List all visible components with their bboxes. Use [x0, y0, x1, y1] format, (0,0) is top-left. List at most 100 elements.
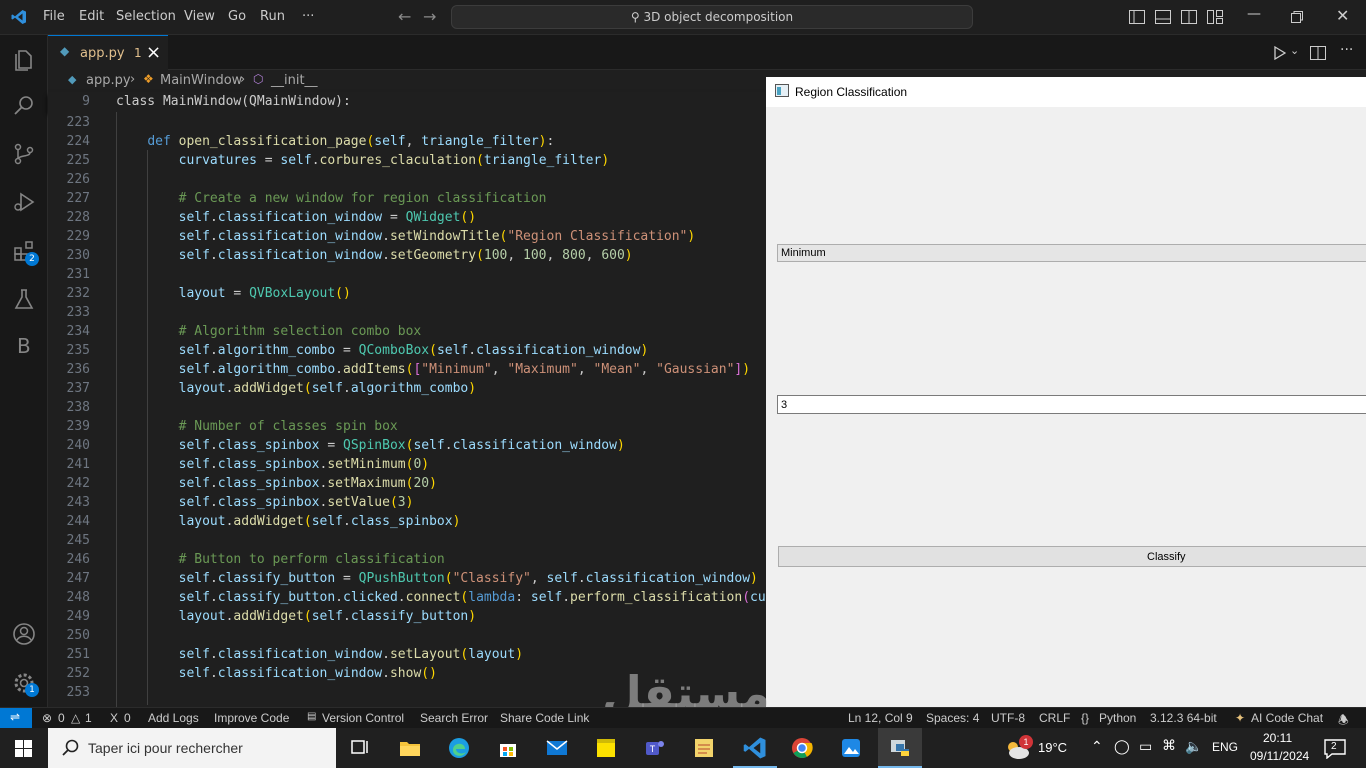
breadcrumb-class[interactable]: MainWindow: [160, 73, 242, 88]
breadcrumb-method[interactable]: __init__: [271, 73, 318, 88]
code-line[interactable]: self.classification_window.setLayout(lay…: [116, 647, 523, 662]
add-logs-button[interactable]: Add Logs: [148, 711, 199, 725]
code-line[interactable]: self.classification_window.setGeometry(1…: [116, 248, 633, 263]
ai-code-chat-button[interactable]: AI Code Chat: [1251, 711, 1323, 725]
classify-button[interactable]: Classify: [778, 546, 1366, 567]
split-editor-icon[interactable]: [1310, 46, 1326, 60]
menu-go[interactable]: Go: [228, 9, 246, 24]
run-dropdown-icon[interactable]: ⌄: [1290, 44, 1299, 57]
photos-app-icon[interactable]: [839, 736, 863, 760]
cursor-position[interactable]: Ln 12, Col 9: [848, 711, 913, 725]
share-code-link-button[interactable]: Share Code Link: [500, 711, 589, 725]
menu-run[interactable]: Run: [260, 9, 285, 24]
sticky-notes-icon[interactable]: [594, 736, 618, 760]
code-line[interactable]: layout.addWidget(self.classify_button): [116, 609, 476, 624]
meet-now-icon[interactable]: ◯: [1114, 738, 1130, 755]
language-mode[interactable]: Python: [1099, 711, 1136, 725]
code-line[interactable]: curvatures = self.corbures_claculation(t…: [116, 153, 610, 168]
menu-more[interactable]: ···: [302, 9, 314, 24]
b-extension-icon[interactable]: B: [17, 334, 31, 358]
clock-time[interactable]: 20:11: [1263, 731, 1292, 745]
menu-file[interactable]: File: [43, 9, 65, 24]
code-line[interactable]: # Button to perform classification: [116, 552, 445, 567]
run-debug-icon[interactable]: [12, 190, 36, 214]
wifi-icon[interactable]: ⌘: [1162, 737, 1176, 754]
chevron-up-icon[interactable]: ⌃: [1091, 738, 1103, 755]
explorer-icon[interactable]: [12, 48, 36, 72]
taskbar-search-box[interactable]: Taper ici pour rechercher: [48, 728, 336, 768]
line-endings[interactable]: CRLF: [1039, 711, 1070, 725]
code-line[interactable]: # Number of classes spin box: [116, 419, 398, 434]
code-line[interactable]: self.class_spinbox.setMaximum(20): [116, 476, 437, 491]
code-line[interactable]: # Create a new window for region classif…: [116, 191, 547, 206]
edge-browser-icon[interactable]: [447, 736, 471, 760]
file-explorer-icon[interactable]: [398, 736, 422, 760]
windows-start-icon[interactable]: [15, 740, 32, 757]
vscode-taskbar-button[interactable]: [733, 728, 777, 768]
clock-date[interactable]: 09/11/2024: [1250, 749, 1309, 763]
python-taskbar-button[interactable]: [878, 728, 922, 768]
code-line[interactable]: # Algorithm selection combo box: [116, 324, 422, 339]
code-line[interactable]: def open_classification_page(self, trian…: [116, 134, 554, 149]
algorithm-combo-box[interactable]: Minimum: [777, 244, 1366, 262]
code-line[interactable]: self.classify_button = QPushButton("Clas…: [116, 571, 758, 586]
toggle-primary-sidebar-icon[interactable]: [1129, 10, 1145, 24]
search-icon[interactable]: [12, 93, 36, 117]
chrome-icon[interactable]: [790, 736, 814, 760]
code-line[interactable]: layout.addWidget(self.algorithm_combo): [116, 381, 476, 396]
close-window-icon[interactable]: ✕: [1336, 6, 1349, 25]
search-error-button[interactable]: Search Error: [420, 711, 488, 725]
menu-view[interactable]: View: [184, 9, 215, 24]
sticky-scroll-header[interactable]: 9 class MainWindow(QMainWindow):: [48, 92, 766, 112]
code-line[interactable]: self.classify_button.clicked.connect(lam…: [116, 590, 766, 605]
code-line[interactable]: self.classification_window = QWidget(): [116, 210, 476, 225]
code-line[interactable]: layout = QVBoxLayout(): [116, 286, 351, 301]
account-icon[interactable]: [12, 622, 36, 646]
more-actions-icon[interactable]: ···: [1340, 42, 1353, 58]
weather-temperature[interactable]: 19°C: [1038, 740, 1067, 755]
code-line[interactable]: self.algorithm_combo = QComboBox(self.cl…: [116, 343, 649, 358]
minimize-icon[interactable]: —: [1247, 6, 1261, 22]
info-count[interactable]: 0: [124, 711, 131, 725]
ports-icon[interactable]: Χ: [110, 711, 118, 725]
code-line[interactable]: self.classification_window.setWindowTitl…: [116, 229, 696, 244]
notepad-app-icon[interactable]: [692, 736, 716, 760]
tab-app-py[interactable]: ◆ app.py 1 ×: [48, 35, 168, 70]
indentation[interactable]: Spaces: 4: [926, 711, 979, 725]
run-file-icon[interactable]: [1272, 46, 1286, 60]
tab-close-icon[interactable]: ×: [146, 42, 161, 63]
testing-flask-icon[interactable]: [12, 287, 36, 311]
toggle-panel-icon[interactable]: [1155, 10, 1171, 24]
warning-icon[interactable]: △: [71, 711, 80, 725]
remote-indicator[interactable]: ⇌: [0, 708, 32, 728]
forward-arrow-icon[interactable]: →: [423, 7, 436, 26]
encoding[interactable]: UTF-8: [991, 711, 1025, 725]
task-view-icon[interactable]: [349, 736, 373, 760]
restore-icon[interactable]: [1291, 11, 1303, 23]
volume-icon[interactable]: 🔈: [1185, 738, 1202, 755]
error-icon[interactable]: ⊗: [42, 711, 52, 725]
code-line[interactable]: self.class_spinbox.setValue(3): [116, 495, 414, 510]
back-arrow-icon[interactable]: ←: [398, 7, 411, 26]
code-line[interactable]: self.algorithm_combo.addItems(["Minimum"…: [116, 362, 750, 377]
class-count-spinbox[interactable]: 3: [777, 395, 1366, 414]
warning-count[interactable]: 1: [85, 711, 92, 725]
code-line[interactable]: layout.addWidget(self.class_spinbox): [116, 514, 461, 529]
python-interpreter[interactable]: 3.12.3 64-bit: [1150, 711, 1217, 725]
language-indicator[interactable]: ENG: [1212, 740, 1238, 754]
mail-icon[interactable]: [545, 736, 569, 760]
store-icon[interactable]: [496, 736, 520, 760]
customize-layout-icon[interactable]: [1207, 10, 1223, 24]
code-line[interactable]: self.class_spinbox = QSpinBox(self.class…: [116, 438, 625, 453]
menu-edit[interactable]: Edit: [79, 9, 104, 24]
battery-icon[interactable]: ▭: [1139, 738, 1152, 755]
toggle-secondary-sidebar-icon[interactable]: [1181, 10, 1197, 24]
source-control-icon[interactable]: [12, 142, 36, 166]
version-control-button[interactable]: Version Control: [322, 711, 404, 725]
teams-icon[interactable]: T: [643, 736, 667, 760]
command-center-search[interactable]: ⚲ 3D object decomposition: [451, 5, 973, 29]
breadcrumb-file[interactable]: app.py: [86, 73, 131, 88]
error-count[interactable]: 0: [58, 711, 65, 725]
improve-code-button[interactable]: Improve Code: [214, 711, 289, 725]
code-line[interactable]: self.class_spinbox.setMinimum(0): [116, 457, 429, 472]
